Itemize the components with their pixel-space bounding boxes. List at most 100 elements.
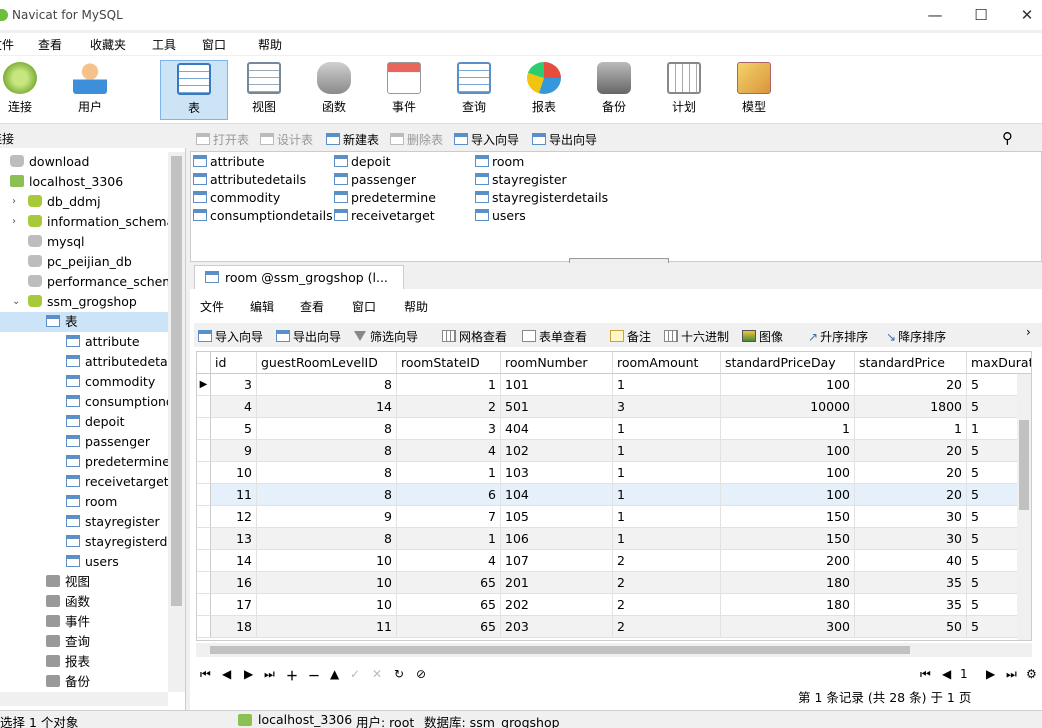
last-page-icon[interactable]: ⏭ xyxy=(1006,667,1017,682)
grid-cell-roomstateid[interactable]: 4 xyxy=(397,440,501,462)
grid-cell-standardpriceday[interactable]: 10000 xyxy=(721,396,855,418)
grid-cell-guestroomlevelid[interactable]: 10 xyxy=(257,594,397,616)
toolbar-view-button[interactable]: 视图 xyxy=(232,60,296,120)
grid-hscrollbar[interactable] xyxy=(196,643,1032,657)
grid-cell-id[interactable]: 14 xyxy=(211,550,257,572)
grid-cell-id[interactable]: 12 xyxy=(211,506,257,528)
tree-node-performance-schema[interactable]: performance_schema xyxy=(28,272,168,292)
prev-record-icon[interactable]: ◀ xyxy=(222,667,231,681)
grid-vscrollbar[interactable] xyxy=(1017,374,1031,640)
grid-cell-roomnumber[interactable]: 202 xyxy=(501,594,613,616)
grid-cell-id[interactable]: 9 xyxy=(211,440,257,462)
toolbar-overflow-icon[interactable]: › xyxy=(1026,325,1031,339)
first-page-icon[interactable]: ⏮ xyxy=(920,667,931,682)
grid-cell-standardprice[interactable]: 1 xyxy=(855,418,967,440)
grid-cell-roomnumber[interactable]: 201 xyxy=(501,572,613,594)
grid-cell-roomstateid[interactable]: 1 xyxy=(397,374,501,396)
object-item-attributedetails[interactable]: attributedetails xyxy=(193,171,306,189)
grid-cell-roomnumber[interactable]: 106 xyxy=(501,528,613,550)
menu-favorites[interactable]: 收藏夹 xyxy=(90,36,126,53)
tree-node-information-schema[interactable]: information_schema xyxy=(28,212,168,232)
grid-cell-roomstateid[interactable]: 65 xyxy=(397,572,501,594)
grid-cell-standardpriceday[interactable]: 200 xyxy=(721,550,855,572)
grid-cell-standardprice[interactable]: 20 xyxy=(855,440,967,462)
grid-cell-roomnumber[interactable]: 101 xyxy=(501,374,613,396)
image-button[interactable]: 图像 xyxy=(742,328,783,345)
grid-cell-guestroomlevelid[interactable]: 8 xyxy=(257,462,397,484)
last-record-icon[interactable]: ⏭ xyxy=(264,667,275,682)
grid-cell-roomstateid[interactable]: 2 xyxy=(397,396,501,418)
grid-cell-guestroomlevelid[interactable]: 8 xyxy=(257,440,397,462)
column-header-guestroomlevelid[interactable]: guestRoomLevelID xyxy=(257,352,397,374)
cancel-icon[interactable]: ✕ xyxy=(372,667,382,681)
grid-cell-roomamount[interactable]: 1 xyxy=(613,440,721,462)
grid-cell-standardpriceday[interactable]: 100 xyxy=(721,374,855,396)
row-indicator[interactable] xyxy=(197,616,211,638)
grid-cell-standardpriceday[interactable]: 100 xyxy=(721,440,855,462)
expand-arrow-icon[interactable]: › xyxy=(12,216,16,227)
new-table-button[interactable]: 新建表 xyxy=(326,131,379,148)
toolbar-schedule-button[interactable]: 计划 xyxy=(652,60,716,120)
grid-cell-standardpriceday[interactable]: 180 xyxy=(721,594,855,616)
menu-view[interactable]: 查看 xyxy=(38,36,62,53)
grid-cell-roomnumber[interactable]: 102 xyxy=(501,440,613,462)
grid-cell-roomstateid[interactable]: 6 xyxy=(397,484,501,506)
object-item-passenger[interactable]: passenger xyxy=(334,171,416,189)
grid-cell-roomstateid[interactable]: 1 xyxy=(397,462,501,484)
column-header-standardprice[interactable]: standardPrice xyxy=(855,352,967,374)
grid-cell-guestroomlevelid[interactable]: 8 xyxy=(257,484,397,506)
next-page-icon[interactable]: ▶ xyxy=(986,667,995,681)
sort-ascending-button[interactable]: ↗ 升序排序 xyxy=(808,328,868,345)
grid-cell-id[interactable]: 4 xyxy=(211,396,257,418)
toolbar-table-button[interactable]: 表 xyxy=(160,60,228,120)
grid-cell-standardpriceday[interactable]: 150 xyxy=(721,528,855,550)
row-indicator[interactable] xyxy=(197,506,211,528)
grid-cell-guestroomlevelid[interactable]: 11 xyxy=(257,616,397,638)
grid-cell-roomamount[interactable]: 2 xyxy=(613,594,721,616)
search-icon[interactable]: ⚲ xyxy=(1002,129,1013,147)
row-indicator[interactable] xyxy=(197,572,211,594)
grid-vscroll-thumb[interactable] xyxy=(1019,420,1029,510)
grid-cell-roomamount[interactable]: 1 xyxy=(613,484,721,506)
tree-node-views[interactable]: 视图 xyxy=(46,572,90,592)
object-item-users[interactable]: users xyxy=(475,207,526,225)
tree-node-backups[interactable]: 备份 xyxy=(46,672,90,692)
move-up-icon[interactable]: ▲ xyxy=(330,667,339,681)
tree-node-pc-peijian-db[interactable]: pc_peijian_db xyxy=(28,252,132,272)
row-indicator[interactable]: ▶ xyxy=(197,374,211,396)
toolbar-connect-button[interactable]: 连接 xyxy=(0,60,52,120)
object-item-receivetarget[interactable]: receivetarget xyxy=(334,207,435,225)
grid-cell-standardprice[interactable]: 40 xyxy=(855,550,967,572)
inner-menu-window[interactable]: 窗口 xyxy=(352,298,376,315)
object-item-depoit[interactable]: depoit xyxy=(334,153,391,171)
grid-cell-id[interactable]: 16 xyxy=(211,572,257,594)
inner-menu-edit[interactable]: 编辑 xyxy=(250,298,274,315)
tree-node-attribute[interactable]: attribute xyxy=(66,332,140,352)
toolbar-model-button[interactable]: 模型 xyxy=(722,60,786,120)
form-view-button[interactable]: 表单查看 xyxy=(522,328,587,345)
row-indicator[interactable] xyxy=(197,484,211,506)
import-wizard-button[interactable]: 导入向导 xyxy=(454,131,519,148)
filter-wizard-button[interactable]: 筛选向导 xyxy=(354,328,418,345)
settings-icon[interactable]: ⚙ xyxy=(1026,667,1037,681)
tree-node-receivetarget[interactable]: receivetarget xyxy=(66,472,168,492)
grid-cell-standardpriceday[interactable]: 100 xyxy=(721,462,855,484)
grid-cell-roomamount[interactable]: 2 xyxy=(613,550,721,572)
row-indicator[interactable] xyxy=(197,440,211,462)
sort-descending-button[interactable]: ↘ 降序排序 xyxy=(886,328,946,345)
column-header-id[interactable]: id xyxy=(211,352,257,374)
grid-cell-guestroomlevelid[interactable]: 14 xyxy=(257,396,397,418)
grid-cell-standardpriceday[interactable]: 300 xyxy=(721,616,855,638)
grid-cell-id[interactable]: 17 xyxy=(211,594,257,616)
grid-cell-guestroomlevelid[interactable]: 10 xyxy=(257,550,397,572)
inner-menu-view[interactable]: 查看 xyxy=(300,298,324,315)
row-indicator[interactable] xyxy=(197,462,211,484)
tree-node-reports[interactable]: 报表 xyxy=(46,652,90,672)
splitter-handle[interactable] xyxy=(569,258,669,263)
object-item-stayregister[interactable]: stayregister xyxy=(475,171,567,189)
tree-node-room[interactable]: room xyxy=(66,492,117,512)
design-table-button[interactable]: 设计表 xyxy=(260,131,313,148)
menu-help[interactable]: 帮助 xyxy=(258,36,282,53)
refresh-icon[interactable]: ↻ xyxy=(394,667,404,681)
grid-cell-roomnumber[interactable]: 203 xyxy=(501,616,613,638)
